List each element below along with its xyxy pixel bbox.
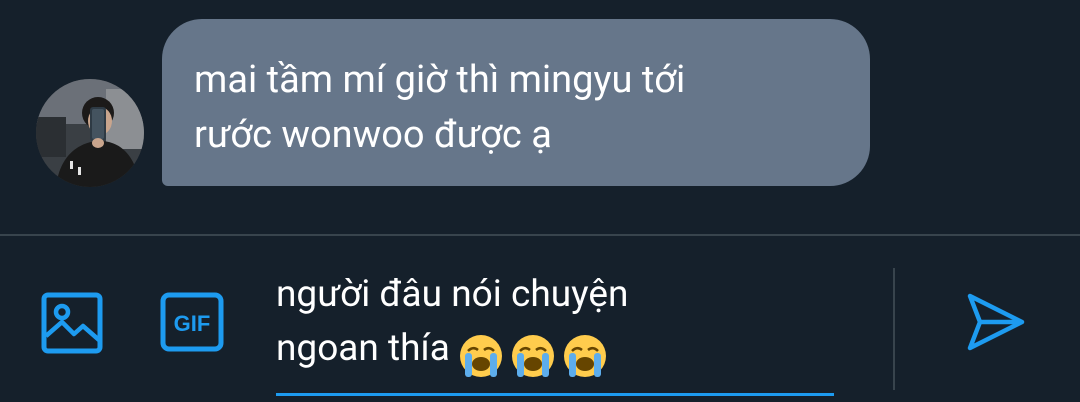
avatar-photo	[36, 79, 144, 187]
sender-avatar[interactable]	[36, 79, 144, 187]
draft-emojis	[458, 333, 608, 379]
loudly-crying-face-icon	[563, 334, 606, 377]
loudly-crying-face-icon	[511, 334, 554, 377]
gif-label: GIF	[174, 311, 211, 336]
input-focus-underline	[276, 393, 834, 396]
message-thread: mai tầm mí giờ thì mingyu tới rước wonwo…	[0, 0, 1080, 234]
send-divider	[893, 268, 895, 390]
message-input[interactable]: người đâu nói chuyện ngoan thía	[276, 268, 834, 396]
received-message-bubble[interactable]: mai tầm mí giờ thì mingyu tới rước wonwo…	[162, 19, 870, 186]
add-image-button[interactable]	[38, 290, 106, 356]
image-icon	[41, 292, 103, 354]
loudly-crying-face-icon	[459, 334, 502, 377]
send-button[interactable]	[960, 286, 1032, 358]
send-icon	[967, 293, 1025, 351]
add-gif-button[interactable]: GIF	[158, 290, 226, 354]
gif-icon: GIF	[160, 292, 224, 352]
